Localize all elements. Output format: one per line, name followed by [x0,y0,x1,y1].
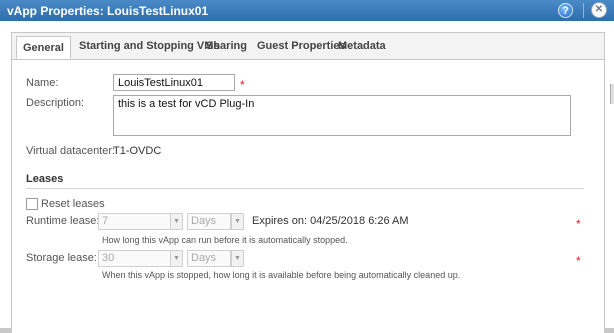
runtime-value-dropdown-arrow[interactable]: ▼ [170,213,183,230]
reset-leases-checkbox[interactable] [26,198,38,210]
runtime-lease-hint: How long this vApp can run before it is … [102,235,348,245]
leases-divider [26,188,584,189]
tab-general[interactable]: General [16,36,71,59]
vapp-properties-dialog: vApp Properties: LouisTestLinux01 ? ✕ Ge… [0,0,614,333]
description-label: Description: [26,97,85,109]
tab-guest-properties[interactable]: Guest Properties [257,33,346,59]
tab-metadata[interactable]: Metadata [338,33,386,59]
leases-section-title: Leases [26,173,64,185]
runtime-lease-unit-select[interactable]: Days [187,213,231,230]
runtime-unit-dropdown-arrow[interactable]: ▼ [231,213,244,230]
close-icon[interactable]: ✕ [591,2,607,18]
storage-lease-label: Storage lease: [26,252,97,264]
name-input[interactable]: LouisTestLinux01 [113,74,235,91]
runtime-lease-value-field[interactable]: 7 [98,213,171,230]
tab-sharing[interactable]: Sharing [206,33,247,59]
vdc-value: T1-OVDC [113,145,162,157]
dialog-titlebar[interactable]: vApp Properties: LouisTestLinux01 ? ✕ [0,0,614,21]
name-required-marker: * [240,78,245,92]
vdc-label: Virtual datacenter: [26,145,116,157]
storage-lease-value-field[interactable]: 30 [98,250,171,267]
name-label: Name: [26,77,59,89]
dialog-title: vApp Properties: LouisTestLinux01 [7,4,209,18]
runtime-required-marker: * [576,217,581,231]
help-icon[interactable]: ? [558,3,573,18]
storage-unit-dropdown-arrow[interactable]: ▼ [231,250,244,267]
runtime-lease-label: Runtime lease: [26,215,100,227]
description-textarea[interactable]: this is a test for vCD Plug-In [113,95,571,136]
titlebar-divider [583,3,584,18]
storage-lease-unit-select[interactable]: Days [187,250,231,267]
storage-required-marker: * [576,254,581,268]
tab-starting-stopping-vms[interactable]: Starting and Stopping VMs [79,33,220,59]
runtime-expires-text: Expires on: 04/25/2018 6:26 AM [252,215,409,227]
background-window-edge [610,84,614,104]
properties-panel: General Starting and Stopping VMs Sharin… [11,32,605,333]
tab-bar: General Starting and Stopping VMs Sharin… [12,33,604,60]
reset-leases-label: Reset leases [41,198,105,210]
storage-value-dropdown-arrow[interactable]: ▼ [170,250,183,267]
storage-lease-hint: When this vApp is stopped, how long it i… [102,270,461,280]
